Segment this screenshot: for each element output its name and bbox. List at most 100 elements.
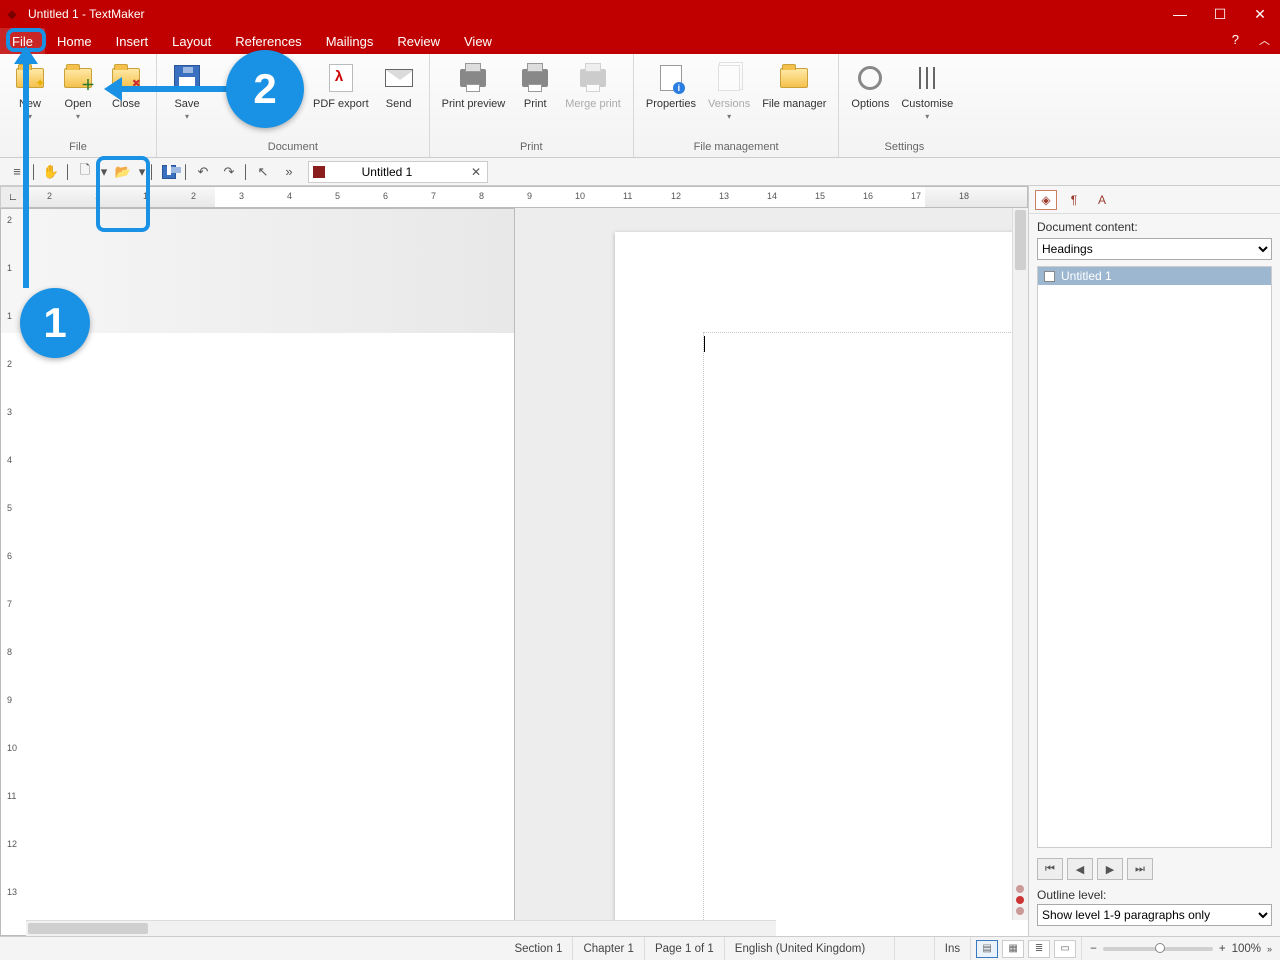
horizontal-ruler[interactable]: 21123456789101112131415161718 xyxy=(26,186,1028,208)
menu-bar: File Home Insert Layout References Maili… xyxy=(0,28,1280,54)
pdf-label: PDF export xyxy=(313,98,369,111)
send-button[interactable]: Send xyxy=(375,58,423,113)
nav-last-button[interactable]: ⏭ xyxy=(1127,858,1153,880)
save-button[interactable]: Save▾ xyxy=(163,58,211,123)
nav-prev-button[interactable]: ◀ xyxy=(1067,858,1093,880)
fm-label: File manager xyxy=(762,98,826,111)
separator: │ xyxy=(243,161,249,183)
zoom-overflow-icon[interactable]: » xyxy=(1267,944,1272,954)
qat-save-icon[interactable] xyxy=(157,161,181,183)
view-normal-button[interactable]: ▤ xyxy=(976,940,998,958)
nav-first-button[interactable]: ⏮ xyxy=(1037,858,1063,880)
horizontal-scrollbar[interactable] xyxy=(26,920,776,936)
view-web-button[interactable]: ▭ xyxy=(1054,940,1076,958)
print-preview-button[interactable]: Print preview xyxy=(436,58,512,113)
collapse-ribbon-button[interactable]: ︿ xyxy=(1249,28,1280,54)
maximize-button[interactable]: ☐ xyxy=(1200,0,1240,28)
nav-dot[interactable] xyxy=(1016,896,1024,904)
qat-new-icon[interactable]: 🗋 xyxy=(73,161,97,183)
ver-label: Versions xyxy=(708,98,750,111)
outline-level-select[interactable]: Show level 1-9 paragraphs only xyxy=(1037,904,1272,926)
menu-insert[interactable]: Insert xyxy=(104,28,161,54)
menu-file[interactable]: File xyxy=(0,28,45,54)
options-button[interactable]: Options xyxy=(845,58,895,113)
document-viewport[interactable] xyxy=(515,208,1028,936)
zoom-in-button[interactable]: + xyxy=(1219,943,1226,955)
status-section[interactable]: Section 1 xyxy=(504,937,573,960)
qat-open-icon[interactable]: 📂 xyxy=(111,161,135,183)
ribbon: New▾ Open▾ Close File Save▾ XX XX PDF ex… xyxy=(0,54,1280,158)
status-page[interactable]: Page 1 of 1 xyxy=(645,937,725,960)
qat-redo-icon[interactable]: ↷ xyxy=(217,161,241,183)
font-icon[interactable]: A xyxy=(1091,190,1113,210)
customise-button[interactable]: Customise▾ xyxy=(895,58,959,123)
document-icon xyxy=(313,166,325,178)
nav-dot[interactable] xyxy=(1016,907,1024,915)
qat-undo-icon[interactable]: ↶ xyxy=(191,161,215,183)
new-button[interactable]: New▾ xyxy=(6,58,54,123)
ruler-corner[interactable]: ∟ xyxy=(0,186,26,208)
pdf-export-button[interactable]: PDF export xyxy=(307,58,375,113)
quick-access-toolbar: ≡ │ ✋ │ 🗋 ▾ 📂 ▾ │ │ ↶ ↷ │ ↖ » Untitled 1… xyxy=(0,158,1280,186)
status-chapter[interactable]: Chapter 1 xyxy=(573,937,645,960)
scroll-thumb[interactable] xyxy=(1015,210,1026,270)
vertical-scrollbar[interactable] xyxy=(1012,208,1028,920)
chevron-down-icon: ▾ xyxy=(727,112,731,121)
cust-label: Customise xyxy=(901,98,953,111)
qat-menu-icon[interactable]: ≡ xyxy=(5,161,29,183)
print-button[interactable]: Print xyxy=(511,58,559,113)
menu-references[interactable]: References xyxy=(223,28,313,54)
zoom-knob[interactable] xyxy=(1155,943,1165,953)
view-master-button[interactable]: ▦ xyxy=(1002,940,1024,958)
vertical-ruler[interactable]: 211234567891011121314 xyxy=(0,208,515,936)
chevron-down-icon: ▾ xyxy=(185,112,189,121)
menu-mailings[interactable]: Mailings xyxy=(314,28,386,54)
qat-new-drop[interactable]: ▾ xyxy=(99,161,109,183)
tree-node[interactable]: Untitled 1 xyxy=(1038,267,1271,285)
merge-print-button[interactable]: Merge print xyxy=(559,58,627,113)
page-margin-guide xyxy=(703,332,1028,936)
menu-review[interactable]: Review xyxy=(385,28,452,54)
send-label: Send xyxy=(386,98,412,111)
text-caret xyxy=(704,336,705,352)
nav-dot[interactable] xyxy=(1016,885,1024,893)
nav-indicator[interactable] xyxy=(1012,882,1028,918)
checkbox-icon[interactable] xyxy=(1044,271,1055,282)
headings-select[interactable]: Headings xyxy=(1037,238,1272,260)
document-tab[interactable]: Untitled 1 ✕ xyxy=(308,161,488,183)
menu-view[interactable]: View xyxy=(452,28,504,54)
qat-open-drop[interactable]: ▾ xyxy=(137,161,147,183)
status-language[interactable]: English (United Kingdom) xyxy=(725,937,895,960)
zoom-control[interactable]: − + 100% » xyxy=(1082,943,1280,955)
doc-content-label: Document content: xyxy=(1029,214,1280,238)
outline-tree[interactable]: Untitled 1 xyxy=(1037,266,1272,848)
help-button[interactable]: ? xyxy=(1222,28,1249,54)
status-insert-mode[interactable]: Ins xyxy=(935,937,971,960)
separator: │ xyxy=(183,161,189,183)
menu-home[interactable]: Home xyxy=(45,28,104,54)
view-outline-button[interactable]: ≣ xyxy=(1028,940,1050,958)
close-label: Close xyxy=(112,98,140,111)
zoom-value[interactable]: 100% xyxy=(1232,943,1261,955)
document-page[interactable] xyxy=(615,232,1028,936)
versions-button[interactable]: Versions▾ xyxy=(702,58,756,123)
close-window-button[interactable]: ✕ xyxy=(1240,0,1280,28)
qat-cursor-icon[interactable]: ↖ xyxy=(251,161,275,183)
zoom-out-button[interactable]: − xyxy=(1090,943,1097,955)
file-manager-button[interactable]: File manager xyxy=(756,58,832,113)
qat-hand-icon[interactable]: ✋ xyxy=(39,161,63,183)
close-doc-button[interactable]: Close xyxy=(102,58,150,113)
close-tab-icon[interactable]: ✕ xyxy=(471,165,481,179)
open-button[interactable]: Open▾ xyxy=(54,58,102,123)
menu-layout[interactable]: Layout xyxy=(160,28,223,54)
group-settings-label: Settings xyxy=(839,139,969,157)
zoom-slider[interactable] xyxy=(1103,947,1213,951)
minimize-button[interactable]: — xyxy=(1160,0,1200,28)
paragraph-icon[interactable]: ¶ xyxy=(1063,190,1085,210)
properties-button[interactable]: Properties xyxy=(640,58,702,113)
nav-pane-icon[interactable]: ◈ xyxy=(1035,190,1057,210)
nav-next-button[interactable]: ▶ xyxy=(1097,858,1123,880)
scroll-thumb[interactable] xyxy=(28,923,148,934)
qat-overflow-icon[interactable]: » xyxy=(277,161,301,183)
mp-label: Merge print xyxy=(565,98,621,111)
